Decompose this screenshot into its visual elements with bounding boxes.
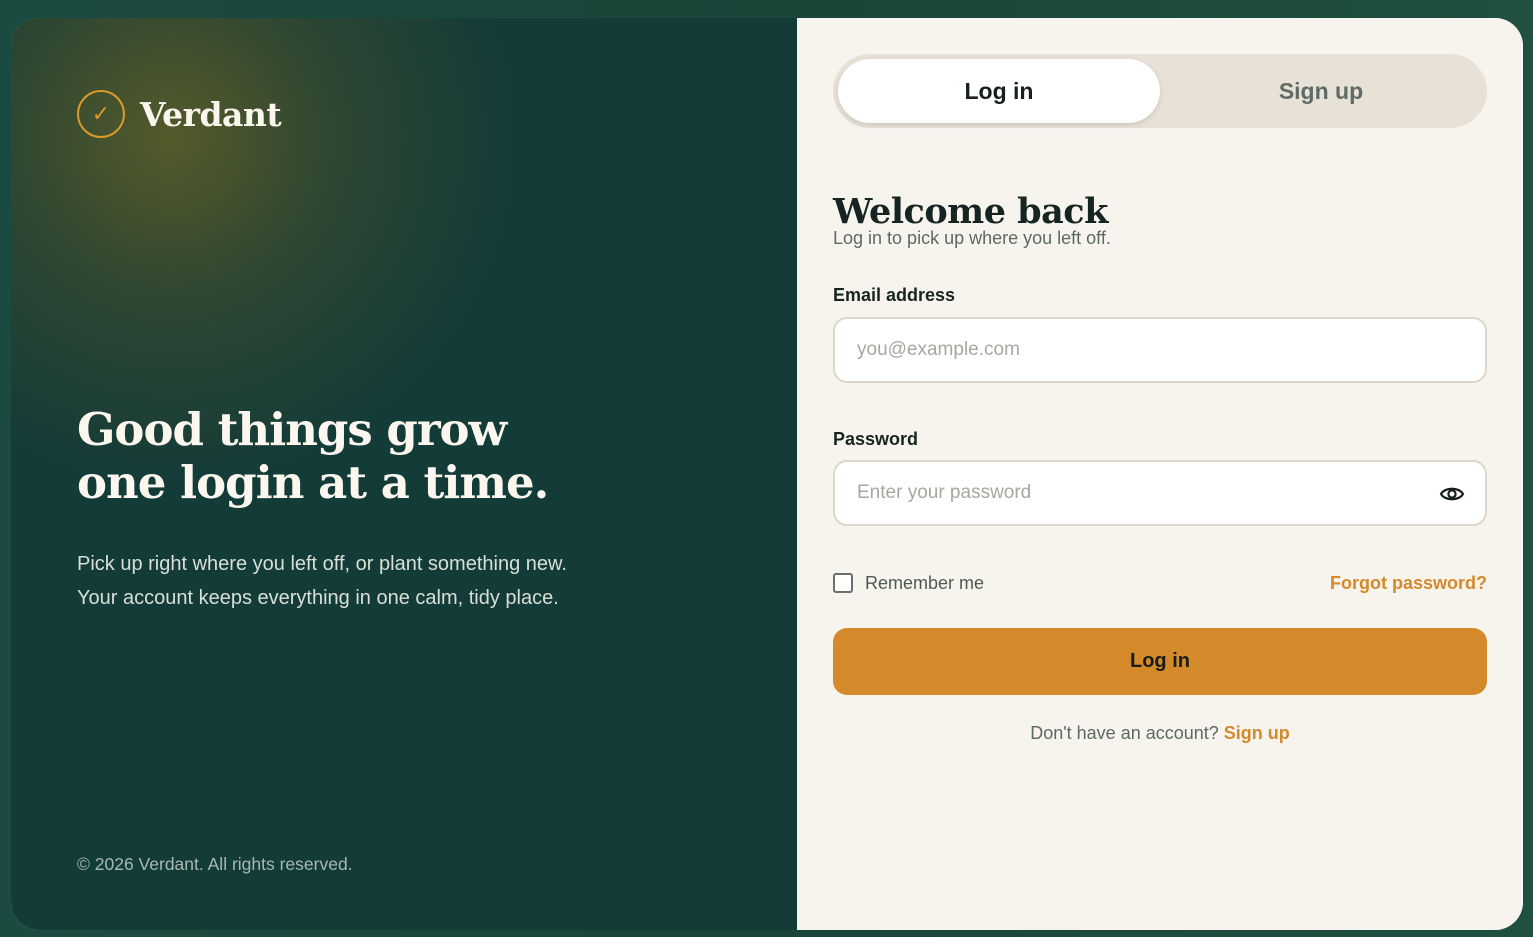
check-circle-icon: ✓	[77, 90, 125, 138]
brand: ✓ Verdant	[77, 90, 282, 138]
brand-name: Verdant	[140, 94, 282, 134]
forgot-password-link[interactable]: Forgot password?	[1330, 573, 1487, 594]
remember-me-checkbox[interactable]	[833, 573, 853, 593]
email-label: Email address	[833, 285, 956, 305]
hero-description-line-1: Pick up right where you left off, or pla…	[77, 553, 567, 575]
hero-headline-line-1: Good things grow	[77, 403, 507, 456]
tab-login[interactable]: Log in	[838, 59, 1160, 123]
options-row: Remember me Forgot password?	[833, 571, 1487, 595]
form-panel: Log in Sign up Welcome back Log in to pi…	[797, 18, 1523, 930]
password-field[interactable]	[835, 462, 1485, 524]
login-button[interactable]: Log in	[833, 628, 1487, 695]
brand-panel: ✓ Verdant Good things grow one login at …	[11, 18, 797, 930]
signup-link[interactable]: Sign up	[1224, 723, 1290, 743]
brand-mark-glyph: ✓	[91, 101, 111, 127]
hero-headline-line-2: one login at a time.	[77, 456, 549, 509]
signup-prompt-text: Don't have an account?	[1030, 723, 1219, 743]
password-field-wrapper	[833, 460, 1487, 526]
eye-icon[interactable]	[1439, 483, 1465, 505]
signup-prompt: Don't have an account? Sign up	[833, 723, 1487, 744]
password-label: Password	[833, 429, 919, 449]
form-subtitle: Log in to pick up where you left off.	[833, 228, 1111, 248]
hero-description-line-2: Your account keeps everything in one cal…	[77, 587, 559, 609]
hero-headline: Good things grow one login at a time.	[77, 403, 567, 509]
hero: Good things grow one login at a time. Pi…	[77, 403, 567, 615]
remember-me-label: Remember me	[865, 572, 985, 593]
hero-description: Pick up right where you left off, or pla…	[77, 547, 567, 615]
copyright: © 2026 Verdant. All rights reserved.	[77, 854, 353, 874]
email-field-wrapper	[833, 317, 1487, 383]
auth-card: ✓ Verdant Good things grow one login at …	[11, 18, 1523, 930]
email-field[interactable]	[835, 319, 1485, 381]
form-title: Welcome back	[833, 191, 1108, 232]
tab-signup[interactable]: Sign up	[1160, 59, 1482, 123]
auth-tabs: Log in Sign up	[833, 54, 1487, 128]
remember-me[interactable]: Remember me	[833, 573, 984, 594]
